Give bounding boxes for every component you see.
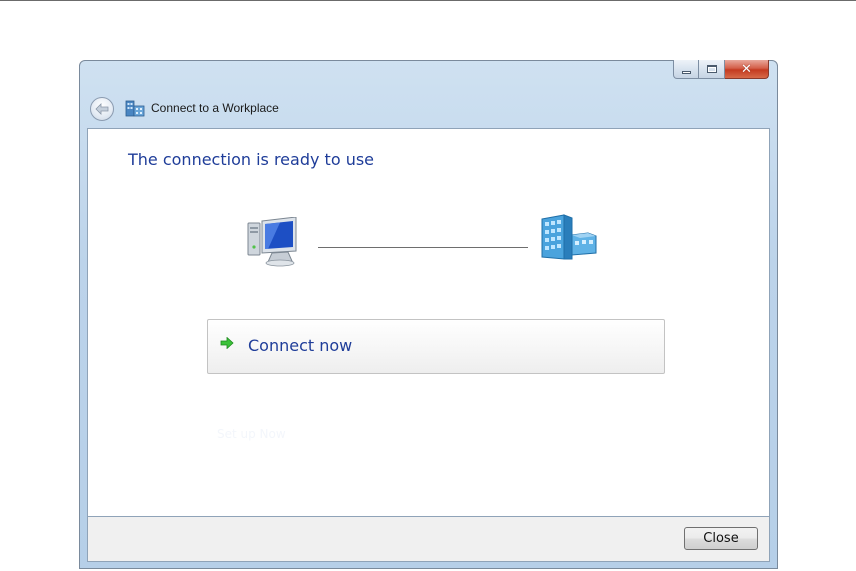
setup-link[interactable]: Set up Now <box>217 427 286 441</box>
workplace-icon <box>125 100 145 117</box>
minimize-button[interactable] <box>673 60 699 79</box>
connect-now-label: Connect now <box>248 336 353 355</box>
maximize-button[interactable] <box>699 60 725 79</box>
back-button[interactable] <box>90 97 114 121</box>
maximize-icon <box>706 65 717 73</box>
back-arrow-icon <box>95 103 109 115</box>
window-title: Connect to a Workplace <box>151 101 279 115</box>
window-controls: ✕ <box>673 60 769 79</box>
page-heading: The connection is ready to use <box>128 150 375 169</box>
content-panel: The connection is ready to use Connect n… <box>87 128 770 517</box>
close-icon: ✕ <box>741 61 752 77</box>
connection-line <box>318 247 528 248</box>
minimize-icon <box>681 70 691 74</box>
computer-icon <box>247 217 297 267</box>
connect-to-workplace-window: ✕ Connect to a Workplace The connection … <box>79 60 778 569</box>
green-arrow-icon <box>220 337 234 349</box>
close-button[interactable]: Close <box>684 527 758 550</box>
dialog-footer: Close <box>87 517 770 562</box>
window-close-button[interactable]: ✕ <box>725 60 769 79</box>
workplace-building-icon <box>541 214 597 260</box>
connect-now-button[interactable]: Connect now <box>207 319 665 374</box>
top-divider <box>0 0 856 1</box>
